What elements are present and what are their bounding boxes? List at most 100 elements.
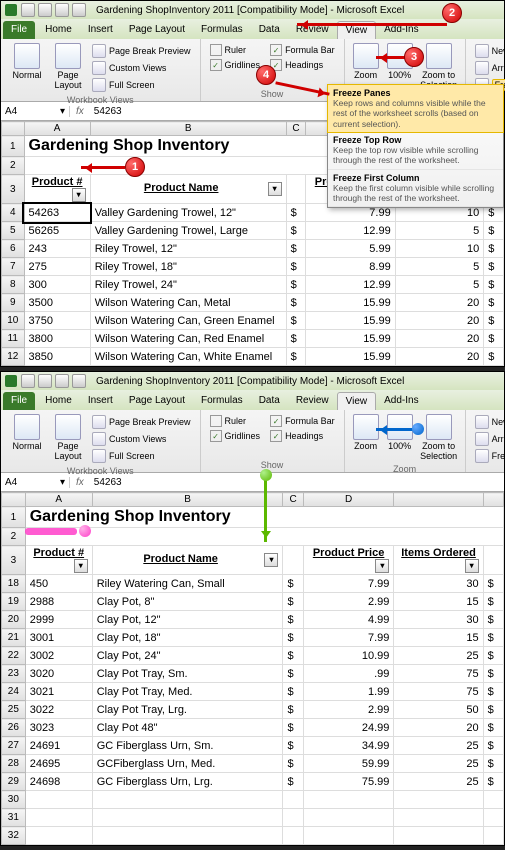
header-product-num[interactable]: Product #▾ [24, 175, 90, 204]
cell-items[interactable]: 5 [395, 276, 484, 294]
cell-items[interactable]: 30 [394, 611, 483, 629]
page-break-preview[interactable]: Page Break Preview [89, 43, 194, 59]
cell-items[interactable]: 30 [394, 575, 483, 593]
filter-icon[interactable]: ▾ [268, 182, 282, 196]
cell-items[interactable]: 75 [394, 683, 483, 701]
tab-addins[interactable]: Add-Ins [376, 392, 426, 410]
cell-product-num[interactable]: 3500 [24, 294, 90, 312]
custom-views[interactable]: Custom Views [89, 60, 194, 76]
cell-product-num[interactable]: 3023 [25, 719, 92, 737]
col-header[interactable]: B [90, 122, 286, 136]
tab-file[interactable]: File [3, 21, 35, 39]
col-header[interactable]: A [25, 493, 92, 507]
cell-product-num[interactable]: 3002 [25, 647, 92, 665]
cell-price[interactable]: 8.99 [306, 258, 395, 276]
cell-product-name[interactable]: Wilson Watering Can, Red Enamel [90, 330, 286, 348]
tab-formulas[interactable]: Formulas [193, 21, 251, 39]
tab-data[interactable]: Data [251, 392, 288, 410]
cell-items[interactable]: 25 [394, 737, 483, 755]
cell-product-name[interactable]: Clay Pot, 24" [92, 647, 283, 665]
headings-checkbox[interactable]: ✓Headings [267, 58, 338, 72]
freeze-panes-option[interactable]: Freeze PanesKeep rows and columns visibl… [327, 84, 504, 133]
new-window[interactable]: New Window [472, 43, 505, 59]
cell-price[interactable]: .99 [303, 665, 394, 683]
cell-items[interactable]: 15 [394, 629, 483, 647]
tab-insert[interactable]: Insert [80, 21, 121, 39]
cell-product-num[interactable]: 3001 [25, 629, 92, 647]
col-header[interactable]: D [303, 493, 394, 507]
cell-price[interactable]: 15.99 [306, 312, 395, 330]
full-screen[interactable]: Full Screen [89, 77, 194, 93]
arrange-all[interactable]: Arrange All [472, 60, 505, 76]
cell-items[interactable]: 20 [394, 719, 483, 737]
full-screen[interactable]: Full Screen [89, 448, 194, 464]
cell-price[interactable]: 75.99 [303, 773, 394, 791]
cell-items[interactable]: 25 [394, 755, 483, 773]
col-header[interactable]: A [24, 122, 90, 136]
tab-data[interactable]: Data [251, 21, 288, 39]
cell-price[interactable]: 7.99 [303, 629, 394, 647]
filter-icon[interactable]: ▾ [465, 559, 479, 573]
cell-price[interactable]: 34.99 [303, 737, 394, 755]
cell-price[interactable]: 1.99 [303, 683, 394, 701]
arrange-all[interactable]: Arrange All [472, 431, 505, 447]
header-price[interactable]: Product Price▾ [303, 546, 394, 575]
cell-price[interactable]: 5.99 [306, 240, 395, 258]
cell-product-name[interactable]: Clay Pot Tray, Lrg. [92, 701, 283, 719]
cell-product-name[interactable]: Riley Watering Can, Small [92, 575, 283, 593]
cell-items[interactable]: 5 [395, 258, 484, 276]
cell-product-num[interactable]: 275 [24, 258, 90, 276]
cell-product-name[interactable]: Clay Pot, 18" [92, 629, 283, 647]
fx-icon[interactable]: fx [70, 106, 90, 117]
formula-value[interactable]: 54263 [90, 106, 126, 117]
zoom-button[interactable]: Zoom [349, 412, 383, 464]
tab-view[interactable]: View [337, 392, 377, 410]
zoom-selection-button[interactable]: Zoom to Selection [417, 412, 461, 464]
cell-items[interactable]: 25 [394, 647, 483, 665]
normal-view-button[interactable]: Normal [5, 41, 49, 95]
cell-product-num[interactable]: 300 [24, 276, 90, 294]
header-items[interactable]: Items Ordered▾ [394, 546, 483, 575]
page-layout-button[interactable]: Page Layout [49, 41, 87, 95]
cell-price[interactable]: 12.99 [306, 276, 395, 294]
cell-items[interactable]: 25 [394, 773, 483, 791]
cell-items[interactable]: 10 [395, 240, 484, 258]
tab-formulas[interactable]: Formulas [193, 392, 251, 410]
custom-views[interactable]: Custom Views [89, 431, 194, 447]
cell-product-name[interactable]: Clay Pot Tray, Sm. [92, 665, 283, 683]
cell-product-num[interactable]: 2988 [25, 593, 92, 611]
cell-price[interactable]: 2.99 [303, 701, 394, 719]
cell-product-num[interactable]: 24698 [25, 773, 92, 791]
cell-items[interactable]: 75 [394, 665, 483, 683]
cell-product-num[interactable]: 3020 [25, 665, 92, 683]
formula-bar-checkbox[interactable]: ✓Formula Bar [267, 43, 338, 57]
header-product-name[interactable]: Product Name▾ [92, 546, 283, 575]
normal-view-button[interactable]: Normal [5, 412, 49, 466]
tab-page-layout[interactable]: Page Layout [121, 21, 193, 39]
quick-access-toolbar[interactable] [21, 374, 86, 388]
freeze-first-column-option[interactable]: Freeze First ColumnKeep the first column… [328, 170, 503, 208]
cell-product-name[interactable]: Wilson Watering Can, Green Enamel [90, 312, 286, 330]
cell-product-name[interactable]: Clay Pot 48" [92, 719, 283, 737]
cell-product-name[interactable]: Wilson Watering Can, Metal [90, 294, 286, 312]
cell-product-name[interactable]: GCFiberglass Urn, Med. [92, 755, 283, 773]
freeze-panes-button[interactable]: Freeze Panes ▾ [472, 448, 505, 464]
freeze-top-row-option[interactable]: Freeze Top RowKeep the top row visible w… [328, 132, 503, 170]
worksheet-bottom[interactable]: ABCD1Gardening Shop Inventory23Product #… [1, 492, 504, 845]
cell-product-num[interactable]: 2999 [25, 611, 92, 629]
cell-items[interactable]: 20 [395, 348, 484, 366]
zoom-100-button[interactable]: 100% [383, 412, 417, 464]
col-header[interactable]: B [92, 493, 283, 507]
cell-items[interactable]: 5 [395, 222, 484, 240]
filter-icon[interactable]: ▾ [74, 559, 88, 573]
tab-home[interactable]: Home [37, 21, 80, 39]
col-header[interactable]: C [283, 493, 303, 507]
cell-product-num[interactable]: 3800 [24, 330, 90, 348]
cell-items[interactable]: 50 [394, 701, 483, 719]
tab-review[interactable]: Review [288, 392, 337, 410]
cell-product-name[interactable]: Riley Trowel, 12" [90, 240, 286, 258]
cell-product-name[interactable]: GC Fiberglass Urn, Sm. [92, 737, 283, 755]
cell-price[interactable]: 59.99 [303, 755, 394, 773]
cell-product-name[interactable]: Riley Trowel, 18" [90, 258, 286, 276]
col-header[interactable]: C [286, 122, 306, 136]
